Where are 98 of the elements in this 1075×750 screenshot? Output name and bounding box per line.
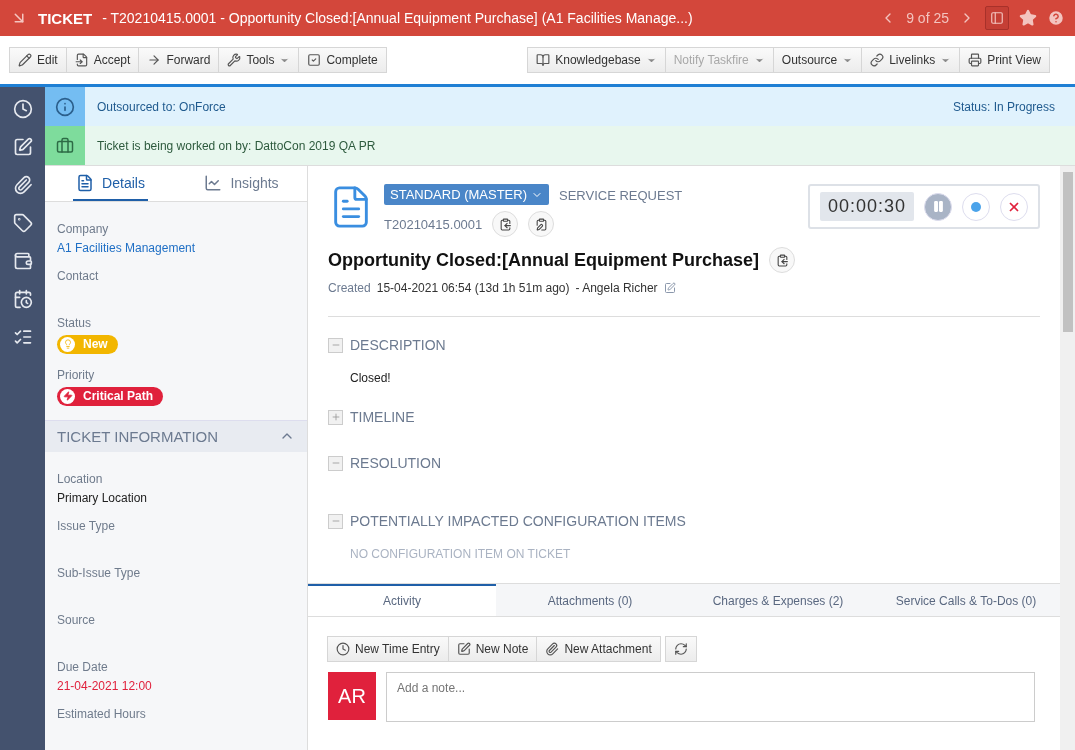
avatar: AR — [328, 672, 376, 720]
toolbar-button[interactable]: Print View — [959, 47, 1050, 73]
created-label: Created — [328, 281, 371, 295]
document-icon — [76, 174, 95, 193]
ticket-label: TICKET — [38, 9, 93, 27]
toolbar-button[interactable]: Livelinks — [861, 47, 961, 73]
section-toggle[interactable]: RESOLUTION — [328, 447, 1040, 479]
copy-button[interactable] — [528, 211, 555, 237]
field-label: Due Date — [57, 660, 109, 674]
calendar-icon[interactable] — [12, 289, 33, 309]
field-label: Company — [57, 221, 110, 236]
toolbar-button[interactable]: Complete — [298, 47, 387, 73]
lightning-icon — [62, 391, 73, 402]
section-toggle[interactable]: TIMELINE — [328, 401, 1040, 433]
company-link[interactable]: A1 Facilities Management — [57, 240, 295, 255]
status-text: Status: In Progress — [952, 99, 1055, 114]
record-button[interactable] — [962, 192, 990, 221]
panel-tab[interactable]: Details — [45, 166, 176, 201]
created-date: 15-04-2021 06:54 (13d 1h 51m ago) — [376, 281, 570, 295]
printer-icon — [968, 53, 983, 67]
chart-icon — [204, 174, 223, 193]
info-icon — [55, 96, 75, 117]
ticket-title: Opportunity Closed:[Annual Equipment Purchase] — [328, 249, 759, 271]
badge-label: Critical Path — [83, 389, 154, 404]
field-value: 21-04-2021 12:00 — [57, 679, 153, 693]
checklist-icon[interactable] — [12, 327, 33, 347]
field-label: Status — [57, 315, 93, 330]
activity-button[interactable]: New Time Entry — [327, 636, 449, 662]
tab[interactable]: Charges & Expenses (2) — [684, 584, 872, 616]
tag-icon[interactable] — [12, 213, 33, 233]
ticket-type: SERVICE REQUEST — [559, 187, 683, 203]
section-header[interactable]: TICKET INFORMATION — [45, 419, 307, 452]
clock-icon — [336, 642, 350, 656]
empty-message: NO CONFIGURATION ITEM ON TICKET — [349, 546, 572, 563]
field-label: Issue Type — [57, 519, 116, 533]
section-toggle[interactable]: DESCRIPTION — [328, 329, 1040, 361]
banner-text: Ticket is being worked on by: DattoCon 2019 QA PR — [97, 138, 376, 153]
clipboard-icon — [534, 217, 548, 231]
dot-icon — [971, 201, 981, 212]
pause-icon — [931, 200, 945, 213]
document-icon — [74, 53, 89, 67]
lightbulb-icon — [62, 339, 73, 350]
field-label: Sub-Issue Type — [57, 566, 142, 580]
panel-icon — [990, 11, 1004, 25]
briefcase-icon — [56, 136, 74, 155]
edit-icon[interactable] — [663, 282, 676, 294]
field-label: Estimated Hours — [57, 707, 147, 721]
tab[interactable]: Attachments (0) — [496, 584, 684, 616]
creator-name: - Angela Richer — [575, 281, 658, 295]
tab[interactable]: Service Calls & To-Dos (0) — [872, 584, 1060, 616]
toolbar-button[interactable]: Accept — [65, 47, 140, 73]
clipboard-icon — [775, 253, 789, 267]
toolbar-button[interactable]: Edit — [9, 47, 67, 73]
note-icon — [456, 642, 471, 656]
refresh-icon — [673, 642, 688, 656]
pencil-icon — [18, 53, 32, 67]
banner-text: Outsourced to: OnForce — [97, 99, 226, 114]
field-label: Location — [57, 472, 104, 486]
checkbox-icon — [307, 53, 322, 67]
description-text: Closed! — [349, 370, 392, 387]
copy-button[interactable] — [492, 211, 519, 237]
link-icon — [870, 53, 885, 67]
activity-button[interactable]: New Attachment — [536, 636, 661, 662]
wallet-icon[interactable] — [12, 251, 33, 271]
field-label: Source — [57, 613, 97, 627]
scrollbar[interactable] — [1060, 166, 1075, 750]
star-icon[interactable] — [1019, 9, 1037, 27]
wrench-icon — [227, 53, 242, 67]
clock-icon[interactable] — [12, 99, 33, 119]
badge-label: New — [83, 337, 108, 352]
activity-button[interactable]: New Note — [447, 636, 538, 662]
plus-icon — [330, 412, 341, 422]
field-label: Contact — [57, 268, 100, 283]
category-dropdown[interactable]: STANDARD (MASTER) — [384, 184, 549, 205]
section-toggle[interactable]: POTENTIALLY IMPACTED CONFIGURATION ITEMS — [328, 505, 1040, 537]
field-value: Primary Location — [57, 491, 149, 505]
copy-button[interactable] — [769, 247, 795, 273]
paperclip-icon — [545, 642, 560, 656]
timer-display: 00:00:30 — [819, 192, 914, 221]
ticket-number: T20210415.0001 — [384, 216, 483, 232]
panel-toggle[interactable] — [985, 6, 1009, 30]
help-icon[interactable] — [1047, 9, 1065, 27]
stop-button[interactable] — [1000, 192, 1028, 221]
pager-text: 9 of 25 — [906, 10, 949, 26]
note-field[interactable]: Add a note... — [386, 672, 1035, 722]
field-label: Priority — [57, 367, 96, 382]
edit-icon[interactable] — [12, 137, 33, 157]
book-icon — [536, 53, 551, 67]
clipboard-icon — [498, 217, 512, 231]
toolbar-button[interactable]: Forward — [138, 47, 220, 73]
window-title: - T20210415.0001 - Opportunity Closed:[Annual Equipment Purchase] (A1 Facilities Manage...) — [102, 10, 694, 26]
panel-tab[interactable]: Insights — [176, 166, 307, 201]
paperclip-icon[interactable] — [12, 175, 33, 195]
arrow-icon — [147, 53, 162, 67]
toolbar-button[interactable]: Outsource — [772, 47, 863, 73]
toolbar-button[interactable]: Knowledgebase — [527, 47, 666, 73]
refresh-button[interactable] — [664, 636, 697, 662]
toolbar-button[interactable]: Tools — [218, 47, 300, 73]
